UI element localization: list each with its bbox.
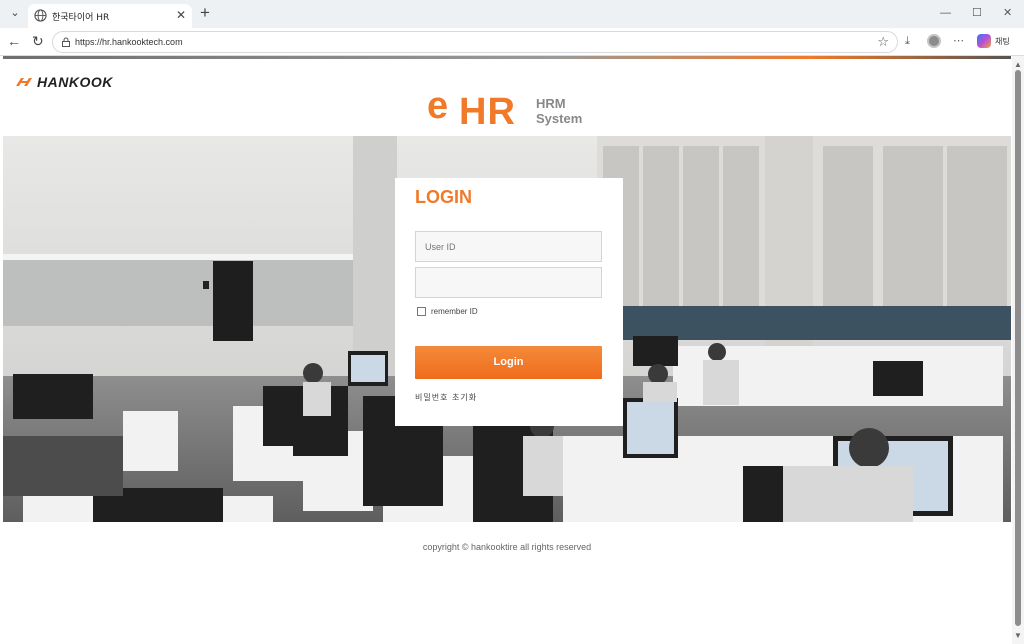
ehr-logo-subtitle: HRM System xyxy=(536,96,582,126)
scroll-thumb[interactable] xyxy=(1015,70,1021,626)
minimize-icon[interactable]: — xyxy=(940,6,951,20)
star-icon[interactable]: ☆ xyxy=(877,34,889,50)
remember-id-checkbox[interactable] xyxy=(417,307,426,316)
browser-tab-bar: ⌄ 한국타이어 HR ✕ + — ☐ ✕ xyxy=(0,0,1024,28)
url-text: https://hr.hankooktech.com xyxy=(75,37,183,47)
scroll-down-icon[interactable]: ▼ xyxy=(1014,631,1022,640)
password-input[interactable] xyxy=(415,267,602,298)
ehr-logo-e: e xyxy=(427,85,449,127)
copilot-icon[interactable] xyxy=(977,34,991,48)
browser-tab[interactable]: 한국타이어 HR ✕ xyxy=(28,4,192,28)
globe-icon xyxy=(34,9,47,22)
close-window-icon[interactable]: ✕ xyxy=(1003,6,1012,20)
chat-label[interactable]: 채팅 xyxy=(995,36,1010,47)
address-bar[interactable]: https://hr.hankooktech.com ☆ xyxy=(52,31,898,53)
lock-icon xyxy=(62,37,70,47)
copyright-text: copyright © hankooktire all rights reser… xyxy=(422,542,592,552)
tab-list-icon[interactable]: ⌄ xyxy=(8,6,22,20)
remember-id-checkbox-row[interactable]: remember ID xyxy=(417,307,478,316)
maximize-icon[interactable]: ☐ xyxy=(972,6,982,20)
logo-text: HANKOOK xyxy=(37,74,113,90)
page: HANKOOK e HR HRM System LOGIN User ID re… xyxy=(3,56,1011,644)
close-icon[interactable]: ✕ xyxy=(176,8,186,22)
password-reset-link[interactable]: 비밀번호 초기화 xyxy=(415,392,477,403)
more-icon[interactable]: ⋯ xyxy=(953,35,964,47)
login-title: LOGIN xyxy=(415,187,472,207)
login-button[interactable]: Login xyxy=(415,346,602,379)
login-panel: LOGIN remember ID Login 비밀번호 초기화 xyxy=(395,178,623,426)
user-id-input[interactable] xyxy=(415,231,602,262)
browser-toolbar: ← ↻ https://hr.hankooktech.com ☆ ⤓ ⋯ 채팅 xyxy=(0,28,1024,56)
ehr-logo-hrm: HRM xyxy=(536,96,566,111)
reload-icon[interactable]: ↻ xyxy=(32,34,44,48)
plus-icon[interactable]: + xyxy=(200,4,210,21)
hankook-logo-mark-icon xyxy=(16,78,32,86)
page-scrollbar[interactable]: ▲ ▼ xyxy=(1012,56,1024,644)
scroll-up-icon[interactable]: ▲ xyxy=(1014,60,1022,69)
ehr-logo-hr: HR xyxy=(459,91,516,133)
back-arrow-icon[interactable]: ← xyxy=(7,34,21,48)
download-icon[interactable]: ⤓ xyxy=(905,35,910,47)
page-top-stripe xyxy=(3,56,1011,59)
hankook-logo[interactable]: HANKOOK xyxy=(15,74,113,90)
ehr-logo-system: System xyxy=(536,111,583,126)
remember-id-label[interactable]: remember ID xyxy=(431,307,478,316)
tab-title: 한국타이어 HR xyxy=(52,13,110,23)
profile-icon[interactable] xyxy=(927,34,941,48)
